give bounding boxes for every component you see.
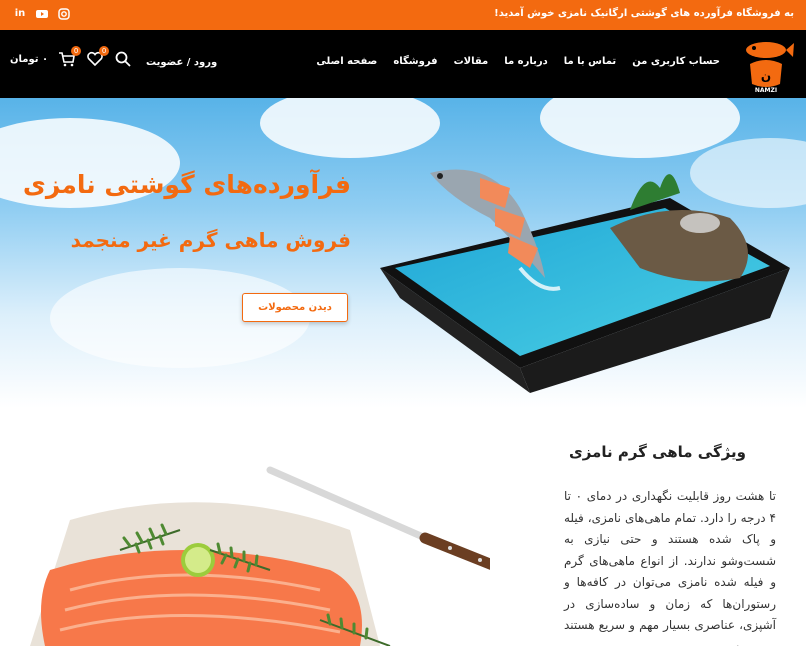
view-products-button[interactable]: دیدن محصولات [242, 293, 348, 322]
instagram-icon[interactable] [58, 8, 70, 20]
fish-tray-illustration [380, 169, 790, 393]
hero-banner: فرآورده‌های گوشتی نامزی فروش ماهی گرم غی… [0, 98, 806, 408]
nav-about[interactable]: درباره ما [504, 56, 548, 67]
social-links: in [14, 8, 70, 20]
cart-icon[interactable]: 0 [58, 46, 82, 68]
nav-shop[interactable]: فروشگاه [393, 56, 437, 67]
youtube-icon[interactable] [36, 8, 48, 20]
login-register-link[interactable]: ورود / عضویت [146, 57, 217, 68]
salmon-fillet-image [30, 466, 490, 646]
search-icon[interactable] [114, 50, 132, 68]
features-title: ویژگی ماهی گرم نامزی [568, 443, 746, 461]
hero-title: فرآورده‌های گوشتی نامزی [22, 170, 351, 199]
header-actions: ۰ تومان 0 0 [10, 46, 132, 68]
welcome-message: به فروشگاه فرآورده های گوشتی ارگانیک نام… [494, 8, 794, 19]
nav-my-account[interactable]: حساب کاربری من [632, 56, 720, 67]
hero-subtitle: فروش ماهی گرم غیر منجمد [70, 228, 351, 252]
features-description: تا هشت روز قابلیت نگهداری در دمای ۰ تا ۴… [564, 489, 776, 646]
cart-count-badge: 0 [71, 46, 82, 56]
nav-home[interactable]: صفحه اصلی [316, 56, 377, 67]
cart-total[interactable]: ۰ تومان [10, 54, 48, 65]
top-bar: به فروشگاه فرآورده های گوشتی ارگانیک نام… [0, 0, 806, 30]
wishlist-icon[interactable]: 0 [86, 46, 110, 68]
main-nav: صفحه اصلی فروشگاه مقالات درباره ما تماس … [316, 56, 720, 67]
nav-articles[interactable]: مقالات [454, 56, 489, 67]
nav-contact[interactable]: تماس با ما [564, 56, 616, 67]
svg-text:NAMZI: NAMZI [755, 87, 777, 94]
linkedin-icon[interactable]: in [14, 8, 26, 20]
wishlist-count-badge: 0 [99, 46, 110, 56]
svg-text:ن: ن [761, 69, 771, 83]
namzi-logo[interactable]: ن NAMZI [736, 34, 796, 94]
main-header: ن NAMZI صفحه اصلی فروشگاه مقالات درباره … [0, 30, 806, 98]
